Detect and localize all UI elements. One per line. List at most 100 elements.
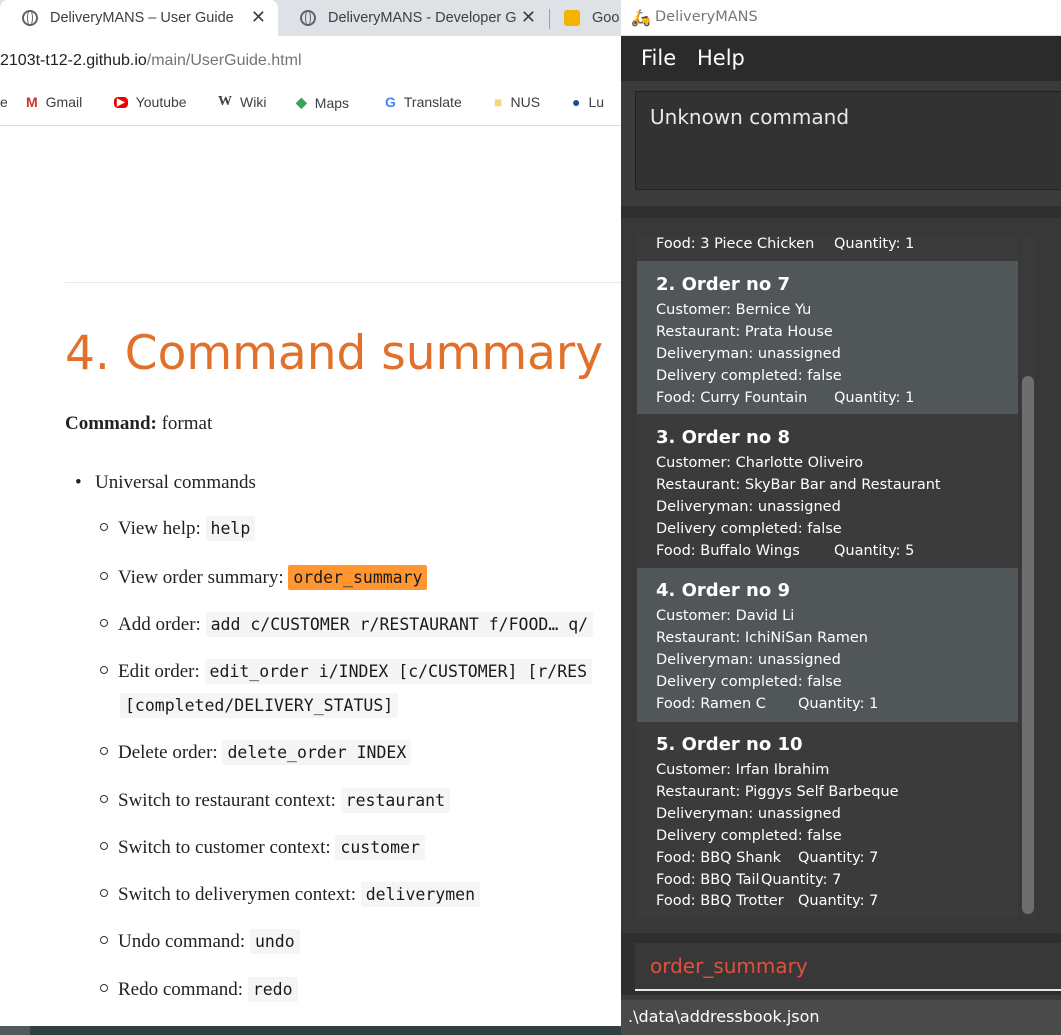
item-code: undo (249, 929, 300, 954)
url-host: 2103t-t12-2.github.io (0, 52, 147, 69)
command-format-line: Command: format (65, 413, 212, 435)
bullet-icon (100, 619, 108, 627)
bookmark-site-icon: ● (572, 94, 581, 110)
item-label: Switch to customer context: (118, 837, 331, 858)
item-label: Delete order: (118, 742, 218, 763)
tab-user-guide[interactable]: DeliveryMANS – User Guide ✕ (0, 0, 278, 36)
order-card[interactable]: 2. Order no 7 Customer: Bernice Yu Resta… (637, 261, 1018, 414)
result-message: Unknown command (650, 105, 850, 129)
tab-google-keep[interactable]: Goo (542, 0, 622, 36)
order-food: Food: 3 Piece Chicken (656, 236, 815, 252)
item-code: restaurant (340, 788, 451, 813)
youtube-icon: ▶ (114, 96, 128, 108)
bookmark-nus[interactable]: ■ NUS (494, 94, 540, 110)
section-divider (65, 282, 625, 283)
url-text[interactable]: 2103t-t12-2.github.io/main/UserGuide.htm… (0, 52, 302, 70)
panel-divider (621, 206, 1061, 218)
list-item-undo: Undo command: undo (100, 929, 300, 954)
bookmark-label: Maps (314, 94, 350, 111)
order-header: 5. Order no 10 (656, 734, 803, 755)
order-completed: Delivery completed: false (656, 521, 842, 537)
order-customer: Customer: Irfan Ibrahim (656, 762, 830, 778)
bullet-icon (100, 936, 108, 944)
item-code: redo (247, 977, 298, 1002)
bookmark-label: Translate (403, 94, 462, 110)
deliverymans-app-window: 🛵 DeliveryMANS File Help Unknown command… (621, 0, 1061, 1035)
menu-file[interactable]: File (641, 46, 676, 70)
item-code: deliverymen (360, 882, 481, 907)
item-label: Switch to deliverymen context: (118, 884, 356, 905)
globe-icon (22, 10, 38, 26)
item-code: delete_order INDEX (222, 740, 412, 765)
list-item-deliverymen-context: Switch to deliverymen context: deliverym… (100, 882, 481, 907)
order-customer: Customer: David Li (656, 608, 795, 624)
bullet-icon (100, 984, 108, 992)
item-label: Switch to restaurant context: (118, 790, 336, 811)
bookmark-label: NUS (510, 94, 541, 110)
order-customer: Customer: Charlotte Oliveiro (656, 455, 864, 471)
close-tab-icon[interactable]: ✕ (251, 7, 266, 28)
command-format: format (161, 413, 213, 434)
order-card[interactable]: 5. Order no 10 Customer: Irfan Ibrahim R… (637, 722, 1018, 917)
bookmark-label: Gmail (45, 94, 83, 110)
order-deliveryman: Deliveryman: unassigned (656, 346, 841, 362)
order-card[interactable]: 3. Order no 8 Customer: Charlotte Olivei… (637, 414, 1018, 568)
bookmark-lu[interactable]: ● Lu (572, 94, 604, 110)
tab-title: DeliveryMANS - Developer G (328, 10, 517, 26)
order-card-partial[interactable]: Food: 3 Piece Chicken Quantity: 1 (637, 236, 1018, 261)
order-customer: Customer: Bernice Yu (656, 302, 812, 318)
order-food: Food: Buffalo Wings (656, 543, 800, 559)
list-item-universal: Universal commands (75, 472, 256, 494)
command-input-text[interactable]: order_summary (650, 954, 808, 978)
order-food: Food: BBQ Tail (656, 872, 760, 888)
order-deliveryman: Deliveryman: unassigned (656, 652, 841, 668)
bookmark-youtube[interactable]: ▶ Youtube (114, 94, 187, 110)
bookmark-translate[interactable]: G Translate (385, 94, 462, 110)
scrollbar-thumb[interactable] (1022, 376, 1034, 914)
keep-bulb-icon (564, 10, 580, 26)
order-card[interactable]: 4. Order no 9 Customer: David Li Restaur… (637, 568, 1018, 722)
order-header: 3. Order no 8 (656, 427, 791, 448)
order-completed: Delivery completed: false (656, 828, 842, 844)
bookmark-wiki[interactable]: W Wiki (218, 94, 266, 110)
close-tab-icon[interactable]: ✕ (521, 7, 536, 28)
bookmark-label: Youtube (135, 94, 187, 110)
item-code: edit_order i/INDEX [c/CUSTOMER] [r/RES (204, 659, 593, 684)
menu-help[interactable]: Help (697, 46, 745, 70)
order-completed: Delivery completed: false (656, 368, 842, 384)
app-title: DeliveryMANS (655, 9, 758, 25)
item-code-highlighted: order_summary (288, 565, 428, 590)
delivery-scooter-icon: 🛵 (631, 10, 651, 27)
order-food: Food: Ramen C (656, 696, 766, 712)
taskbar-start[interactable] (0, 1026, 30, 1035)
item-code: [completed/DELIVERY_STATUS] (120, 693, 399, 718)
order-quantity: Quantity: 1 (834, 236, 915, 252)
item-code: add c/CUSTOMER r/RESTAURANT f/FOOD… q/ (205, 612, 594, 637)
tab-developer-guide[interactable]: DeliveryMANS - Developer G ✕ (278, 0, 548, 36)
order-restaurant: Restaurant: IchiNiSan Ramen (656, 630, 868, 646)
bookmark-maps[interactable]: ◆ Maps (296, 94, 349, 111)
list-item-redo: Redo command: redo (100, 977, 298, 1002)
list-item-add-order: Add order: add c/CUSTOMER r/RESTAURANT f… (100, 612, 594, 637)
order-header: 2. Order no 7 (656, 274, 791, 295)
order-restaurant: Restaurant: SkyBar Bar and Restaurant (656, 477, 941, 493)
bookmark-label: Wiki (240, 94, 267, 110)
order-food: Food: Curry Fountain (656, 390, 808, 406)
app-title-bar[interactable]: 🛵 DeliveryMANS (621, 0, 1061, 36)
order-deliveryman: Deliveryman: unassigned (656, 499, 841, 515)
order-quantity: Quantity: 7 (798, 893, 879, 909)
order-quantity: Quantity: 7 (761, 872, 842, 888)
menu-bar (621, 36, 1061, 81)
tab-title: Goo (592, 10, 620, 26)
globe-icon (300, 10, 316, 26)
wikipedia-icon: W (218, 94, 232, 109)
bookmark-gmail[interactable]: M Gmail (26, 94, 82, 110)
list-heading: Universal commands (95, 472, 256, 493)
bookmark-partial[interactable]: e (0, 94, 8, 110)
edit-order-continuation: [completed/DELIVERY_STATUS] (120, 693, 399, 718)
item-label: View order summary: (118, 567, 284, 588)
order-header: 4. Order no 9 (656, 580, 791, 601)
folder-icon: ■ (494, 94, 503, 110)
command-label: Command: (65, 413, 157, 434)
order-completed: Delivery completed: false (656, 674, 842, 690)
